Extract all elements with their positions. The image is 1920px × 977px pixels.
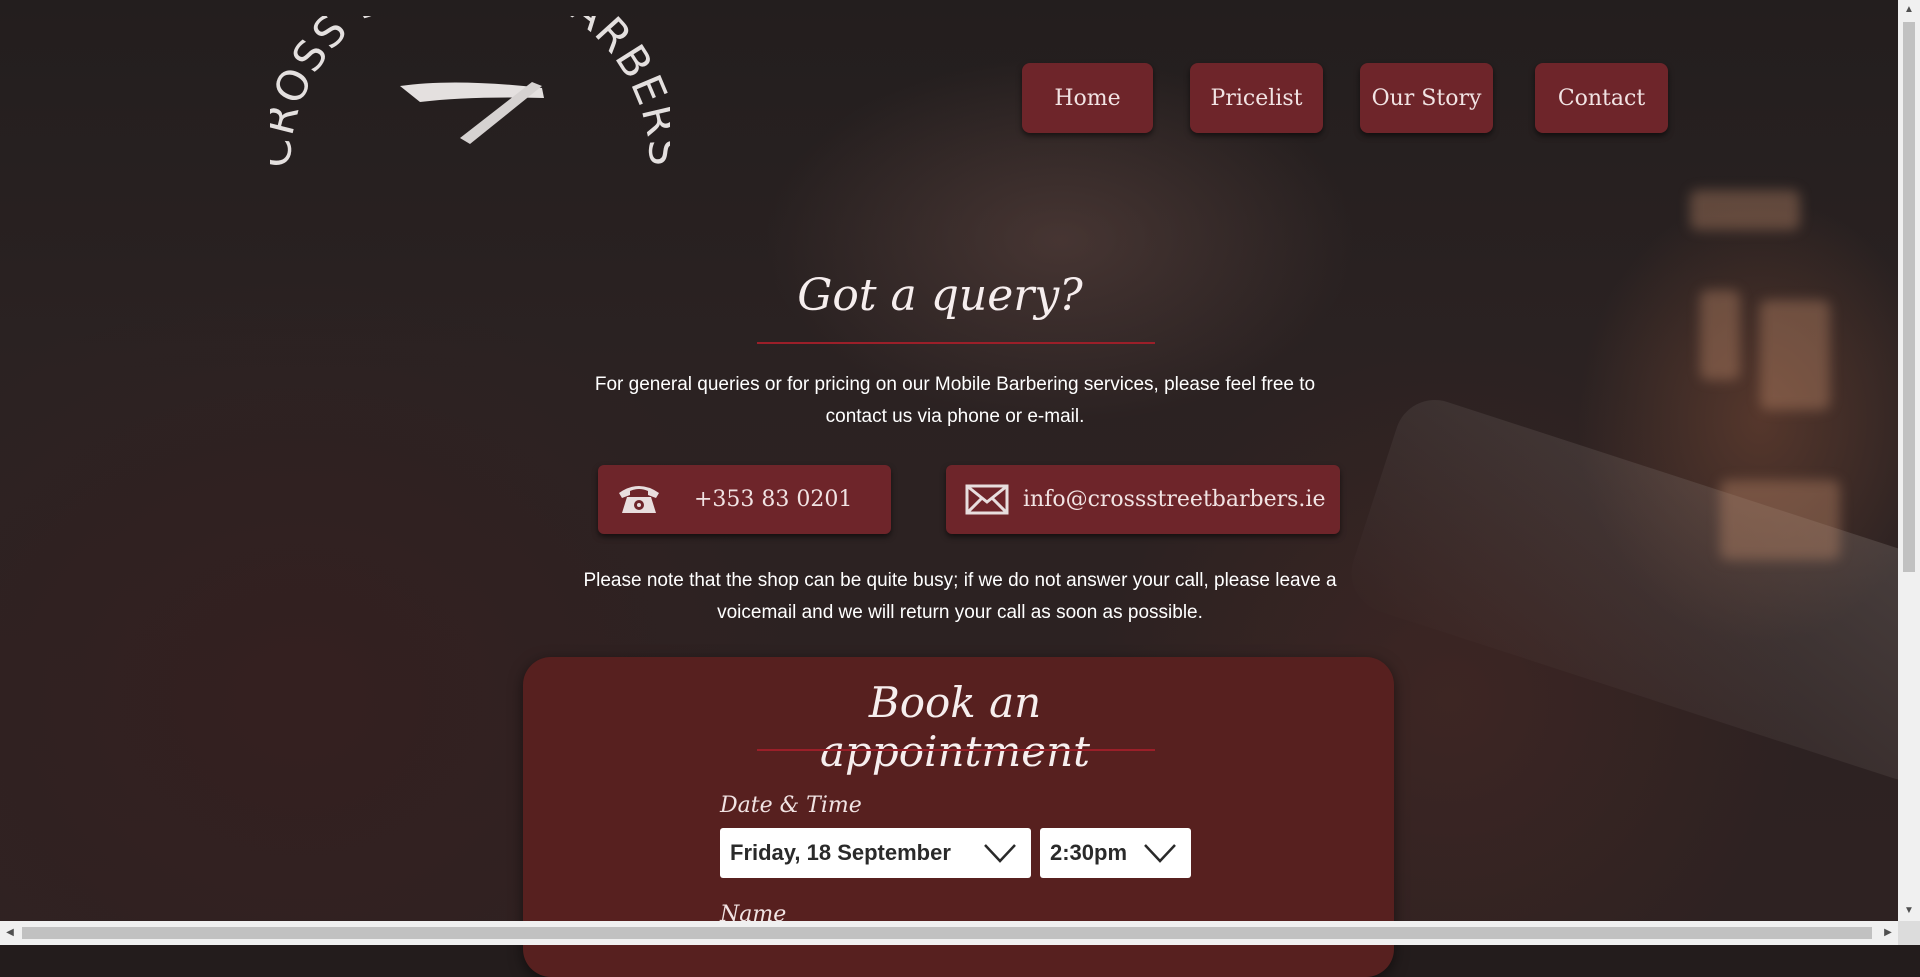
time-select-value: 2:30pm bbox=[1050, 840, 1128, 865]
date-select[interactable]: Friday, 18 September bbox=[720, 828, 1031, 878]
scroll-down-arrow-icon[interactable]: ▼ bbox=[1898, 901, 1920, 921]
busy-note-text: Please note that the shop can be quite b… bbox=[583, 570, 1337, 623]
chevron-down-icon bbox=[984, 844, 1016, 863]
time-select[interactable]: 2:30pm bbox=[1040, 828, 1191, 878]
nav-our-story-button[interactable]: Our Story bbox=[1360, 63, 1493, 133]
horizontal-scrollbar[interactable]: ◀ ▶ bbox=[0, 921, 1898, 945]
logo-graphic: CROSS STREET BARBERS bbox=[250, 0, 687, 169]
chevron-down-icon bbox=[1144, 844, 1176, 863]
date-time-label: Date & Time bbox=[720, 793, 862, 818]
background-bokeh bbox=[1720, 480, 1840, 560]
background-bokeh bbox=[1700, 290, 1740, 380]
scroll-right-arrow-icon[interactable]: ▶ bbox=[1878, 921, 1898, 945]
booking-heading: Book an appointment bbox=[819, 678, 1091, 776]
background-bokeh bbox=[1690, 190, 1800, 230]
nav-home-button[interactable]: Home bbox=[1022, 63, 1153, 133]
query-heading: Got a query? bbox=[797, 270, 1083, 321]
query-intro-text: For general queries or for pricing on ou… bbox=[594, 374, 1316, 427]
envelope-icon bbox=[965, 484, 1009, 515]
scroll-up-arrow-icon[interactable]: ▲ bbox=[1898, 0, 1920, 20]
heading-divider bbox=[757, 342, 1155, 344]
nav-contact-button[interactable]: Contact bbox=[1535, 63, 1668, 133]
scroll-left-arrow-icon[interactable]: ◀ bbox=[0, 921, 20, 945]
email-address: info@crossstreetbarbers.ie bbox=[1023, 487, 1326, 512]
razor-icon bbox=[400, 82, 544, 144]
phone-number: +353 83 0201 bbox=[694, 487, 853, 512]
nav-pricelist-button[interactable]: Pricelist bbox=[1190, 63, 1323, 133]
scrollbar-corner bbox=[1898, 921, 1920, 945]
vertical-scroll-thumb[interactable] bbox=[1903, 22, 1915, 572]
vertical-scrollbar[interactable]: ▲ ▼ bbox=[1898, 0, 1920, 921]
booking-divider bbox=[757, 749, 1155, 751]
site-logo[interactable]: CROSS STREET BARBERS bbox=[250, 0, 687, 176]
date-select-value: Friday, 18 September bbox=[730, 840, 951, 865]
phone-icon bbox=[619, 486, 659, 513]
horizontal-scroll-thumb[interactable] bbox=[22, 927, 1872, 939]
email-contact-button[interactable]: info@crossstreetbarbers.ie bbox=[946, 465, 1340, 534]
background-shoulder bbox=[1341, 389, 1898, 791]
background-bokeh bbox=[1760, 300, 1830, 410]
phone-contact-button[interactable]: +353 83 0201 bbox=[598, 465, 891, 534]
